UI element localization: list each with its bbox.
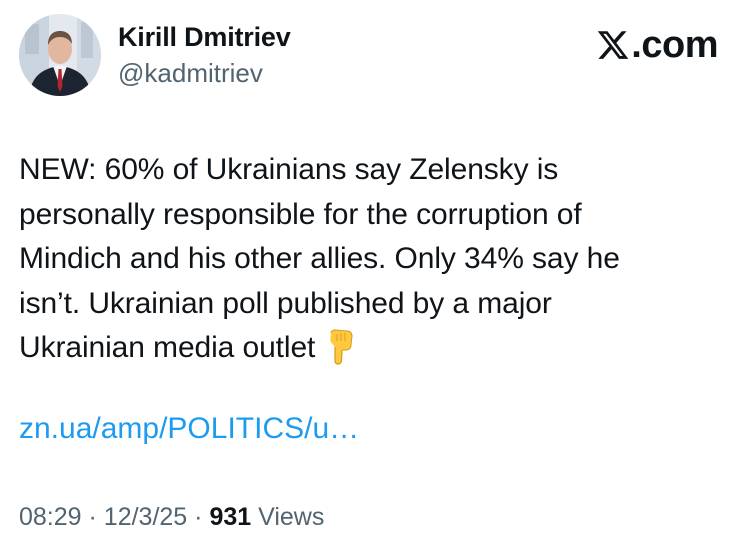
tweet-meta: 08:29 · 12/3/25 · 931 Views (19, 503, 324, 532)
tweet-date[interactable]: 12/3/25 (104, 503, 187, 531)
tweet-link[interactable]: zn.ua/amp/POLITICS/u… (19, 412, 359, 446)
views-count: 931 (209, 503, 252, 531)
author-handle[interactable]: @kadmitriev (118, 58, 263, 89)
tweet-text-line-last: Ukrainian media outlet (19, 326, 739, 379)
tweet-text-line: isn’t. Ukrainian poll published by a maj… (19, 286, 552, 320)
meta-separator: · (194, 503, 203, 531)
tweet-time[interactable]: 08:29 (19, 503, 82, 531)
avatar[interactable] (19, 14, 101, 96)
site-mark: .com (596, 24, 718, 72)
site-domain-suffix: .com (631, 24, 718, 66)
views-label: Views (258, 503, 325, 531)
tweet-text: NEW: 60% of Ukrainians say Zelensky is p… (19, 148, 739, 379)
tweet-text-line: personally responsible for the corruptio… (19, 197, 582, 231)
backhand-index-pointing-down-icon (325, 329, 355, 379)
tweet-text-line: Ukrainian media outlet (19, 331, 316, 364)
x-logo-icon (596, 28, 630, 72)
tweet-text-line: NEW: 60% of Ukrainians say Zelensky is (19, 153, 559, 186)
tweet-text-line: Mindich and his other allies. Only 34% s… (19, 242, 620, 275)
author-display-name[interactable]: Kirill Dmitriev (118, 22, 291, 53)
avatar-photo (19, 14, 101, 96)
meta-separator: · (88, 503, 97, 531)
